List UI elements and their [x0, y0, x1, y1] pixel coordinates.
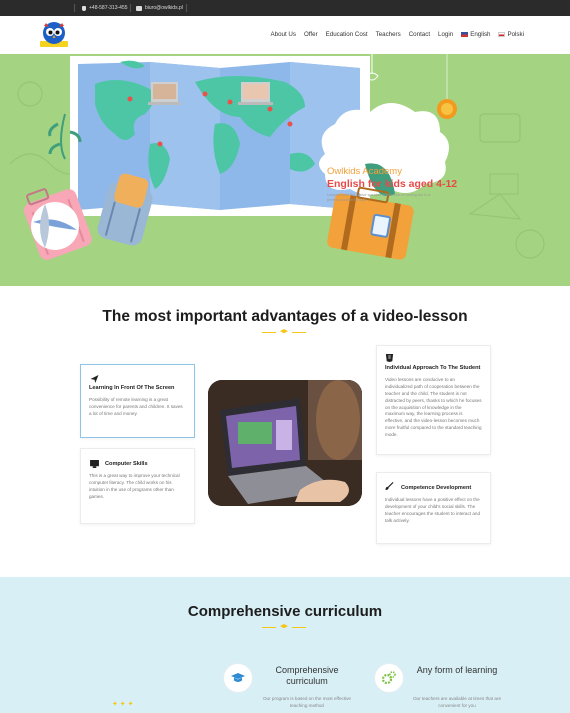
envelope-icon — [136, 5, 142, 11]
nav-teachers[interactable]: Teachers — [376, 31, 401, 38]
feature-text-curriculum: Our program is based on the most effecti… — [262, 696, 351, 708]
advantages-title: The most important advantages of a video… — [102, 308, 468, 325]
nav-about-us[interactable]: About Us — [271, 31, 296, 38]
graduation-cap-icon — [231, 673, 245, 682]
graduation-cap-icon — [280, 329, 288, 334]
curriculum-section — [0, 577, 570, 713]
advantage-card-competence[interactable]: Competence Development Individual lesson… — [376, 472, 491, 544]
phone-number[interactable]: +48-587-313-455 — [89, 5, 128, 11]
advantage-card-computer-skills[interactable]: Computer Skills This is a great way to i… — [80, 448, 195, 524]
separator — [186, 4, 187, 12]
feature-icon-learning — [374, 663, 404, 693]
separator — [74, 4, 75, 12]
feature-title-learning: Any form of learning — [416, 665, 498, 675]
video-lesson-photo — [208, 380, 362, 506]
card-text: Individual lessons have a positive effec… — [385, 497, 481, 523]
card-title: Competence Development — [401, 485, 472, 491]
hero-subtitle: English for kids aged 4-12 — [327, 178, 458, 190]
main-nav: About Us Offer Education Cost Teachers C… — [271, 31, 524, 38]
owl-logo[interactable] — [38, 19, 70, 51]
hero-text: Lessons with the native speaker at the f… — [327, 193, 431, 203]
uk-flag-icon — [461, 31, 469, 37]
feature-text-learning: Our teachers are available at times that… — [412, 696, 502, 708]
feature-title-curriculum: Comprehensive curriculum — [275, 665, 339, 687]
hero-title: Owlkids Academy — [327, 166, 402, 177]
monitor-icon — [90, 460, 99, 468]
email-contact[interactable]: biuro@owlkids.pl — [136, 5, 183, 11]
hero-illustration — [9, 54, 545, 260]
nav-contact[interactable]: Contact — [409, 31, 430, 38]
paper-plane-icon — [90, 375, 99, 383]
card-title: Individual Approach To The Student — [385, 365, 481, 371]
card-text: Possibility of remote learning is a grea… — [89, 397, 183, 416]
card-title: Computer Skills — [105, 461, 148, 467]
stars-decoration: ✦ ✦ ✦ — [112, 701, 134, 708]
card-text: This is a great way to improve your tech… — [89, 473, 180, 499]
card-title: Learning In Front Of The Screen — [89, 385, 175, 391]
separator — [130, 4, 131, 12]
feature-icon-curriculum — [223, 663, 253, 693]
phone-icon — [82, 5, 86, 11]
nav-lang-polski[interactable]: Polski — [498, 31, 524, 38]
phone-contact[interactable]: +48-587-313-455 — [82, 5, 128, 11]
pl-flag-icon — [498, 31, 506, 37]
hero-banner: Owlkids Academy English for kids aged 4-… — [0, 54, 570, 286]
html5-icon — [385, 354, 394, 362]
advantage-card-individual-approach[interactable]: Individual Approach To The Student Video… — [376, 345, 491, 455]
nav-lang-english[interactable]: English — [461, 31, 490, 38]
advantage-card-learning[interactable]: Learning In Front Of The Screen Possibil… — [80, 364, 195, 438]
brush-icon — [385, 482, 394, 490]
card-text: Video lessons are conducive to an indivi… — [385, 377, 482, 438]
graduation-cap-icon — [280, 624, 288, 629]
email-address[interactable]: biuro@owlkids.pl — [145, 5, 183, 11]
gears-icon — [382, 671, 396, 685]
nav-offer[interactable]: Offer — [304, 31, 318, 38]
nav-login[interactable]: Login — [438, 31, 453, 38]
header: About Us Offer Education Cost Teachers C… — [0, 16, 570, 54]
section-divider — [262, 624, 306, 630]
nav-education-cost[interactable]: Education Cost — [326, 31, 368, 38]
curriculum-title: Comprehensive curriculum — [187, 603, 383, 620]
top-bar: +48-587-313-455 biuro@owlkids.pl — [0, 0, 570, 16]
section-divider — [262, 329, 306, 335]
